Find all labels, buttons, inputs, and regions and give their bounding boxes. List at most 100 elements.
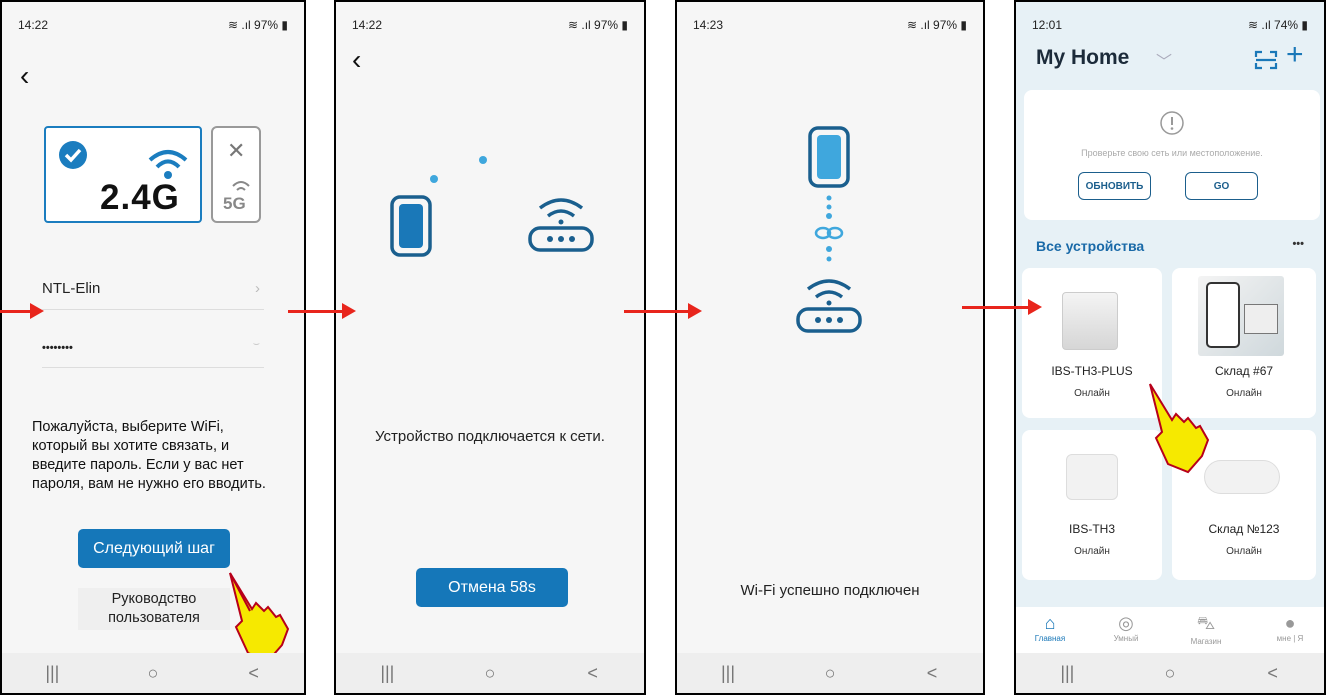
battery-percent: 97% (254, 18, 279, 32)
wifi-signal-icon: ≋ .ıl (227, 18, 255, 32)
home-button[interactable]: ○ (800, 663, 860, 684)
band-5g-option[interactable]: ✕ 5G (211, 126, 261, 223)
device-name: Склад №123 (1208, 522, 1280, 536)
cancel-button[interactable]: Отмена 58s (416, 568, 568, 607)
user-icon: ● (1284, 613, 1296, 633)
back-nav-button[interactable]: < (1243, 663, 1303, 684)
tab-smart[interactable]: ◎ Умный (1096, 613, 1156, 643)
wifi-signal-icon: ≋ .ıl (567, 18, 595, 32)
connected-message: Wi-Fi успешно подключен (740, 582, 920, 599)
tab-label: Умный (1113, 634, 1139, 643)
android-nav-bar: ||| ○ < (1016, 653, 1324, 693)
network-warning-panel: Проверьте свою сеть или местоположение. … (1024, 90, 1320, 220)
device-thumbnail (1062, 292, 1118, 350)
ssid-value: NTL-Elin (42, 280, 101, 297)
check-circle-icon (59, 141, 87, 169)
device-card[interactable]: IBS-TH3 Онлайн (1022, 430, 1162, 580)
device-thumbnail (1066, 454, 1118, 500)
user-guide-button[interactable]: Руководство пользователя (78, 588, 230, 630)
battery-percent: 74% (1274, 18, 1299, 32)
tab-label: мне | Я (1276, 634, 1304, 643)
recents-button[interactable]: ||| (1037, 663, 1097, 684)
status-battery: ≋ .ıl 97% ▮ (227, 18, 288, 32)
tab-store[interactable]: ⛍ Магазин (1176, 613, 1236, 646)
smart-icon: ◎ (1118, 613, 1134, 633)
battery-percent: 97% (933, 18, 958, 32)
phone-screen-wifi-select: 14:22 ≋ .ıl 97% ▮ ‹ 2.4G ✕ 5G NTL-Elin ›… (0, 0, 306, 695)
alert-circle-icon (1160, 111, 1184, 135)
phone-screen-connected: 14:23 ≋ .ıl 97% ▮ Wi-Fi успешно подключе… (675, 0, 985, 695)
home-button[interactable]: ○ (460, 663, 520, 684)
device-thumbnail (1204, 460, 1280, 494)
wifi-icon (148, 150, 188, 179)
chevron-down-icon[interactable]: ﹀ (1156, 48, 1172, 72)
device-card[interactable]: IBS-TH3-PLUS Онлайн (1022, 268, 1162, 418)
home-title[interactable]: My Home (1036, 46, 1129, 70)
flow-arrow (0, 303, 44, 319)
back-button[interactable]: ‹ (352, 46, 361, 74)
connected-illustration (796, 126, 862, 333)
device-thumbnail (1198, 276, 1284, 356)
tab-me[interactable]: ● мне | Я (1260, 613, 1320, 643)
go-button[interactable]: GO (1185, 172, 1258, 200)
status-bar: 14:23 ≋ .ıl 97% ▮ (677, 18, 983, 36)
password-field[interactable]: •••••••• ⌣ (42, 338, 264, 368)
back-nav-button[interactable]: < (902, 663, 962, 684)
device-name: IBS-TH3 (1068, 522, 1115, 536)
device-name: Склад #67 (1214, 364, 1274, 378)
recents-button[interactable]: ||| (22, 663, 82, 684)
status-bar: 12:01 ≋ .ıl 74% ▮ (1016, 18, 1324, 36)
status-bar: 14:22 ≋ .ıl 97% ▮ (336, 18, 644, 36)
back-nav-button[interactable]: < (224, 663, 284, 684)
device-status: Онлайн (1226, 546, 1262, 557)
phone-screen-home: 12:01 ≋ .ıl 74% ▮ My Home ﹀ + Проверьте … (1014, 0, 1326, 695)
pointing-hand-icon (229, 572, 290, 663)
status-battery: ≋ .ıl 97% ▮ (906, 18, 967, 32)
tab-label: Магазин (1190, 637, 1222, 646)
band-5g-label: 5G (223, 194, 246, 213)
home-button[interactable]: ○ (1140, 663, 1200, 684)
chevron-right-icon: › (255, 280, 260, 297)
back-nav-button[interactable]: < (563, 663, 623, 684)
back-button[interactable]: ‹ (20, 62, 29, 90)
recents-button[interactable]: ||| (357, 663, 417, 684)
tutorial-stage: 14:22 ≋ .ıl 97% ▮ ‹ 2.4G ✕ 5G NTL-Elin ›… (0, 0, 1326, 695)
more-options-icon[interactable]: ••• (1292, 238, 1304, 250)
flow-arrow (288, 303, 356, 319)
android-nav-bar: ||| ○ < (677, 653, 983, 693)
status-bar: 14:22 ≋ .ıl 97% ▮ (2, 18, 304, 36)
home-icon: ⌂ (1044, 613, 1056, 633)
tab-home[interactable]: ⌂ Главная (1020, 613, 1080, 643)
wifi-icon (232, 181, 250, 191)
close-icon: ✕ (227, 138, 246, 163)
warning-text: Проверьте свою сеть или местоположение. (1081, 148, 1263, 158)
home-button[interactable]: ○ (123, 663, 183, 684)
status-time: 12:01 (1032, 18, 1063, 32)
device-status: Онлайн (1074, 546, 1110, 557)
status-time: 14:22 (18, 18, 49, 32)
pointing-hand-icon (1149, 383, 1210, 474)
android-nav-bar: ||| ○ < (2, 653, 304, 693)
recents-button[interactable]: ||| (698, 663, 758, 684)
eye-hidden-icon[interactable]: ⌣ (253, 338, 260, 351)
status-time: 14:23 (693, 18, 724, 32)
band-2-4g-label: 2.4G (100, 178, 180, 217)
device-status: Онлайн (1074, 388, 1110, 399)
status-battery: ≋ .ıl 97% ▮ (567, 18, 628, 32)
scan-icon[interactable] (1254, 49, 1278, 71)
connecting-message: Устройство подключается к сети. (375, 428, 605, 445)
bottom-tab-bar: ⌂ Главная ◎ Умный ⛍ Магазин ● мне | Я (1016, 607, 1324, 653)
next-step-button[interactable]: Следующий шаг (78, 529, 230, 568)
section-title: Все устройства (1036, 238, 1145, 254)
flow-arrow (962, 299, 1042, 315)
ssid-field[interactable]: NTL-Elin › (42, 280, 264, 310)
band-2-4g-option[interactable]: 2.4G (44, 126, 202, 223)
tab-label: Главная (1034, 634, 1066, 643)
status-time: 14:22 (352, 18, 383, 32)
wifi-signal-icon: ≋ .ıl (906, 18, 934, 32)
add-icon[interactable]: + (1286, 40, 1304, 70)
flow-arrow (624, 303, 702, 319)
status-battery: ≋ .ıl 74% ▮ (1247, 18, 1308, 32)
refresh-button[interactable]: ОБНОВИТЬ (1078, 172, 1151, 200)
battery-percent: 97% (594, 18, 619, 32)
